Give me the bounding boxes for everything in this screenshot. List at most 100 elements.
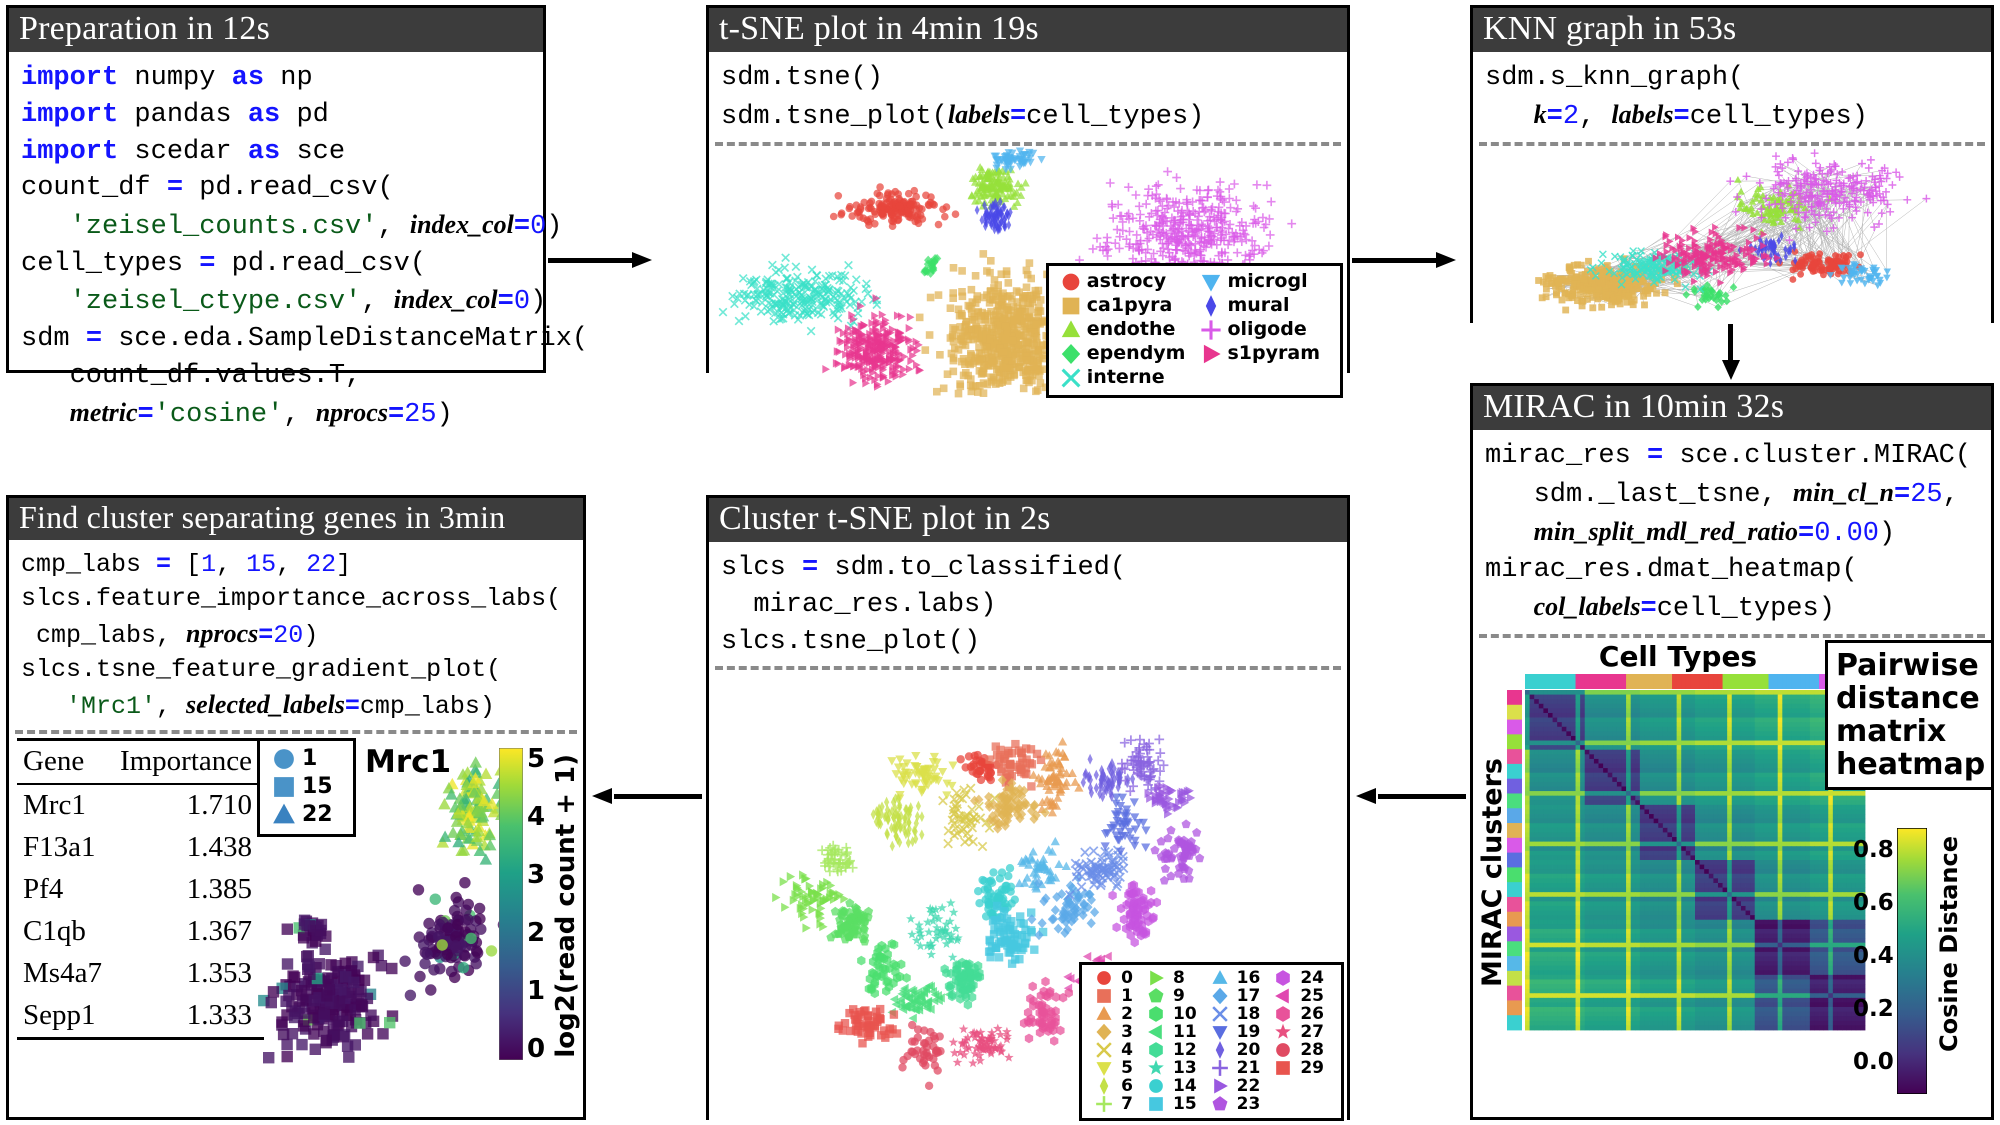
panel-genes: Find cluster separating genes in 3min cm…	[6, 495, 586, 1120]
panel-preparation-body: import numpy as np import pandas as pd i…	[9, 52, 589, 437]
preparation-code: import numpy as np import pandas as pd i…	[21, 63, 589, 430]
panel-tsne: t-SNE plot in 4min 19s sdm.tsne() sdm.ts…	[706, 5, 1350, 400]
heatmap-svg	[1507, 673, 1866, 1031]
cluster-legend-label-20: 20	[1236, 1039, 1261, 1060]
mirac-heatmap-plot: Cell Types MIRAC clusters Pairwise dista…	[1473, 637, 1991, 1113]
cluster-legend-label-21: 21	[1236, 1057, 1261, 1078]
cluster-legend-marker-28-icon	[1269, 1041, 1297, 1059]
legend-marker-ca1pyra-icon	[1057, 294, 1084, 318]
cluster-legend-label-8: 8	[1172, 967, 1185, 988]
legend-label-s1pyram: s1pyram	[1227, 342, 1320, 365]
cluster-legend-marker-3-icon	[1090, 1023, 1118, 1041]
legend-label-mural: mural	[1227, 294, 1290, 317]
cluster-legend-label-11: 11	[1172, 1021, 1197, 1042]
arrow-prep-to-tsne	[548, 252, 668, 268]
cluster-legend-marker-17-icon	[1206, 987, 1234, 1005]
colorbar-tick: 0.0	[1853, 1049, 1894, 1076]
cluster-legend-marker-5-icon	[1090, 1059, 1118, 1077]
cluster-legend-marker-11-icon	[1142, 1023, 1170, 1041]
cluster-legend-marker-9-icon	[1142, 987, 1170, 1005]
mrc1-legend-row: 22	[268, 801, 345, 829]
gene-importance: 1.385	[186, 872, 252, 905]
tsne-code: sdm.tsne() sdm.tsne_plot(labels=cell_typ…	[721, 63, 1205, 132]
cluster-legend-marker-18-icon	[1206, 1005, 1234, 1023]
cluster-legend-label-9: 9	[1172, 985, 1185, 1006]
table-row: F13a1 1.438	[17, 827, 264, 869]
cluster-legend-label-22: 22	[1236, 1075, 1261, 1096]
legend-marker-s1pyram-icon	[1197, 342, 1224, 366]
heatmap-callout-text: Pairwise distance matrix heatmap	[1836, 647, 1986, 782]
tsne-legend-row: endothe oligode	[1057, 318, 1332, 342]
cluster-legend-label-13: 13	[1172, 1057, 1197, 1078]
gene-name: F13a1	[23, 830, 96, 863]
cluster-legend-row: 3 11 19 27	[1090, 1023, 1333, 1041]
cluster-legend-marker-21-icon	[1206, 1059, 1234, 1077]
gene-name: C1qb	[23, 914, 86, 947]
panel-knn-title: KNN graph in 53s	[1473, 8, 1991, 53]
cluster-legend-label-19: 19	[1236, 1021, 1261, 1042]
table-row: Pf4 1.385	[17, 869, 264, 911]
gene-name: Sepp1	[23, 998, 96, 1031]
panel-cluster-tsne-title: Cluster t-SNE plot in 2s	[709, 498, 1347, 543]
colorbar-tick: 0.4	[1853, 943, 1894, 970]
cluster-legend-label-7: 7	[1121, 1093, 1133, 1114]
legend-label-oligode: oligode	[1227, 318, 1307, 341]
legend-marker-microgl-icon	[1197, 270, 1224, 294]
cluster-legend-label-4: 4	[1121, 1039, 1133, 1060]
colorbar-tick: 1	[527, 975, 546, 1006]
legend-label-microgl: microgl	[1227, 270, 1308, 293]
colorbar-tick: 0.2	[1853, 996, 1894, 1023]
heatmap-col-title: Cell Types	[1598, 639, 1758, 673]
cluster-legend-label-16: 16	[1236, 967, 1261, 988]
cluster-legend-label-25: 25	[1300, 985, 1324, 1006]
cluster-legend-label-0: 0	[1121, 967, 1133, 988]
cluster-legend-label-12: 12	[1172, 1039, 1197, 1060]
cluster-legend-label-29: 29	[1300, 1057, 1324, 1078]
colorbar-tick: 0.8	[1853, 837, 1894, 864]
legend-marker-astrocy-icon	[1057, 270, 1084, 294]
tsne-legend-row: interne	[1057, 366, 1332, 390]
cluster-tsne-scatter-plot: 0 8 16 24 1 9 17 25 2 10 18 26 3 11 19 27 4 12 20 28 5 13 21 29…	[709, 670, 1347, 1123]
tsne-legend-row: astrocy microgl	[1057, 270, 1332, 294]
heatmap-colorbar: 0.8 0.6 0.4 0.2 0.0	[1853, 826, 1928, 1099]
colorbar-tick: 4	[527, 801, 546, 832]
cluster-legend-row: 6 14 22	[1090, 1075, 1333, 1096]
cluster-legend-marker-29-icon	[1269, 1059, 1297, 1077]
cluster-legend-label-14: 14	[1172, 1075, 1197, 1096]
cluster-legend-row: 4 12 20 28	[1090, 1039, 1333, 1060]
cluster-legend-label-28: 28	[1300, 1039, 1324, 1060]
cluster-legend-label-27: 27	[1300, 1021, 1324, 1042]
gene-importance: 1.353	[186, 956, 252, 989]
cluster-legend-label-24: 24	[1300, 967, 1324, 988]
table-row: Ms4a7 1.353	[17, 953, 264, 995]
cluster-legend-marker-15-icon	[1142, 1095, 1170, 1113]
cluster-legend-marker-19-icon	[1206, 1023, 1234, 1041]
table-row: Mrc1 1.710	[17, 783, 264, 827]
cluster-legend-marker-7-icon	[1090, 1095, 1118, 1113]
table-row: C1qb 1.367	[17, 911, 264, 953]
cluster-legend-label-2: 2	[1121, 1003, 1133, 1024]
legend-marker-endothe-icon	[1057, 318, 1084, 342]
cluster-legend-row: 2 10 18 26	[1090, 1005, 1333, 1023]
panel-genes-body: cmp_labs = [1, 15, 22] slcs.feature_impo…	[9, 540, 583, 1078]
knn-code: sdm.s_knn_graph( k=2, labels=cell_types)	[1485, 63, 1868, 132]
mrc1-legend-label-22: 22	[302, 801, 333, 827]
colorbar-tick: 0.6	[1853, 890, 1894, 917]
cluster-legend-label-26: 26	[1300, 1003, 1324, 1024]
gene-name: Pf4	[23, 872, 64, 905]
legend-marker-oligode-icon	[1197, 318, 1224, 342]
col-header-gene: Gene	[23, 744, 85, 777]
legend-label-endothe: endothe	[1086, 318, 1176, 341]
cluster-legend-label-1: 1	[1121, 985, 1133, 1006]
col-header-importance: Importance	[119, 744, 252, 777]
mrc1-colorbar-label: log2(read count + 1)	[551, 753, 581, 1058]
cluster-legend-marker-6-icon	[1090, 1077, 1118, 1096]
cluster-legend-marker-1-icon	[1090, 987, 1118, 1005]
cluster-legend-marker-27-icon	[1269, 1023, 1297, 1041]
cluster-legend-label-6: 6	[1121, 1075, 1133, 1096]
table-row: Sepp1 1.333	[17, 995, 264, 1039]
legend-label-interne: interne	[1086, 366, 1165, 389]
colorbar-tick: 5	[527, 743, 546, 774]
mrc1-legend-label-1: 1	[302, 745, 318, 771]
cluster-legend-marker-26-icon	[1269, 1005, 1297, 1023]
